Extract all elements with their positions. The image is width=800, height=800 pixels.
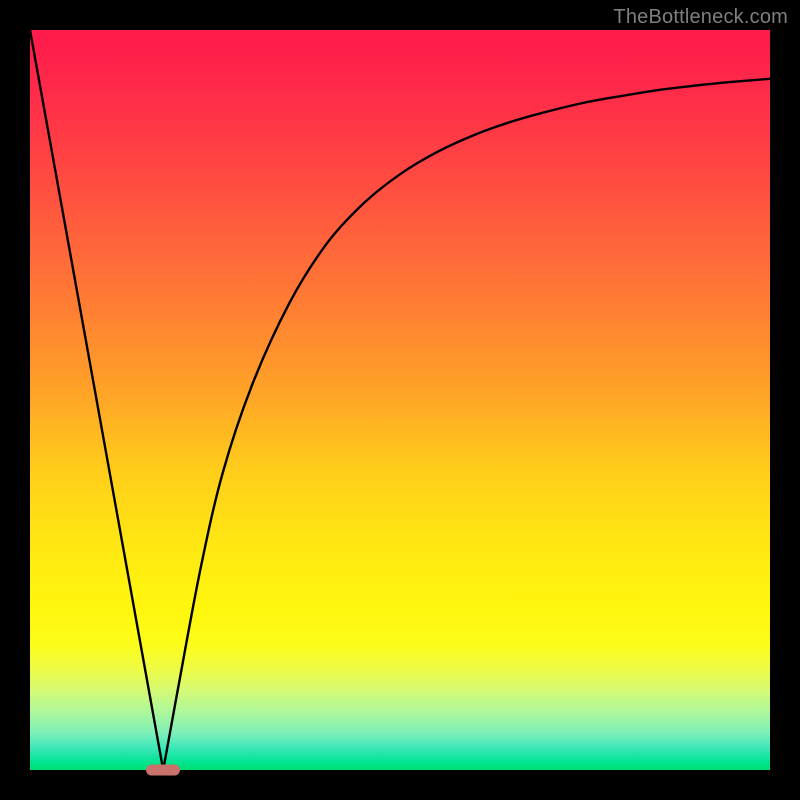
chart-frame: TheBottleneck.com	[0, 0, 800, 800]
watermark-text: TheBottleneck.com	[613, 6, 788, 29]
optimum-marker	[146, 765, 180, 776]
bottleneck-curve	[30, 30, 770, 770]
plot-area	[30, 30, 770, 770]
curve-path	[30, 30, 770, 770]
